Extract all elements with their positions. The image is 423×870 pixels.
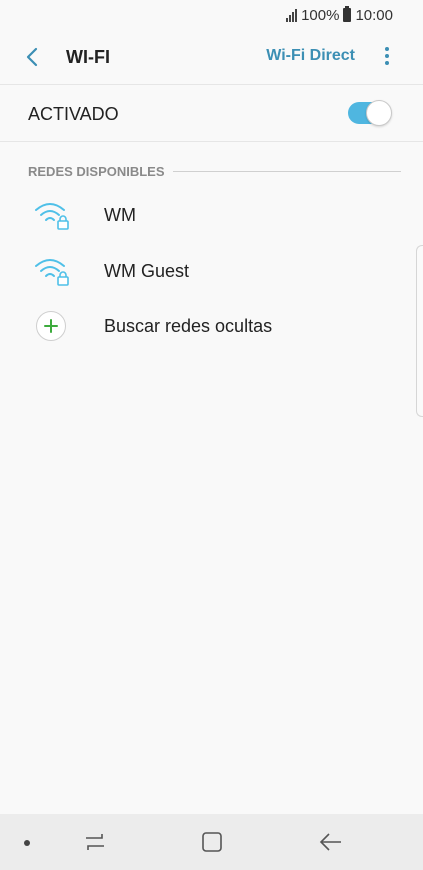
back-nav-button[interactable] bbox=[318, 830, 344, 854]
wifi-direct-button[interactable]: Wi-Fi Direct bbox=[266, 47, 355, 65]
add-hidden-network-item[interactable]: Buscar redes ocultas bbox=[0, 299, 423, 355]
recent-apps-icon bbox=[86, 834, 104, 850]
wifi-toggle[interactable] bbox=[348, 100, 392, 126]
chevron-left-icon bbox=[26, 47, 38, 67]
home-icon bbox=[202, 832, 222, 852]
clock: 10:00 bbox=[355, 6, 393, 24]
signal-icon bbox=[286, 8, 298, 22]
network-name: WM bbox=[104, 205, 136, 225]
nav-dot-icon bbox=[24, 840, 30, 846]
edge-panel-handle[interactable] bbox=[416, 245, 423, 417]
wifi-lock-icon bbox=[34, 256, 70, 286]
navigation-bar bbox=[0, 814, 423, 870]
home-button[interactable] bbox=[199, 830, 225, 854]
divider bbox=[172, 170, 401, 172]
battery-percent: 100% bbox=[301, 6, 340, 24]
network-item-wm[interactable]: WM bbox=[0, 188, 423, 244]
network-item-wm-guest[interactable]: WM Guest bbox=[0, 244, 423, 300]
battery-icon bbox=[343, 6, 352, 22]
wifi-lock-icon bbox=[34, 200, 70, 230]
status-bar: 100% 10:00 bbox=[0, 0, 423, 30]
more-vert-icon bbox=[381, 47, 393, 65]
more-options-button[interactable] bbox=[381, 45, 393, 69]
recent-apps-button[interactable] bbox=[82, 830, 108, 854]
section-header: REDES DISPONIBLES bbox=[28, 162, 401, 180]
toggle-knob bbox=[366, 100, 392, 126]
app-bar: WI-FI Wi-Fi Direct bbox=[0, 30, 423, 85]
back-button[interactable] bbox=[22, 46, 44, 68]
section-title: REDES DISPONIBLES bbox=[28, 163, 165, 179]
network-name: WM Guest bbox=[104, 261, 190, 281]
page-title: WI-FI bbox=[66, 47, 110, 67]
wifi-toggle-row[interactable]: ACTIVADO bbox=[0, 85, 423, 142]
plus-icon bbox=[36, 311, 66, 341]
add-network-label: Buscar redes ocultas bbox=[104, 316, 273, 336]
toggle-label: ACTIVADO bbox=[28, 104, 119, 124]
back-arrow-icon bbox=[319, 833, 341, 851]
